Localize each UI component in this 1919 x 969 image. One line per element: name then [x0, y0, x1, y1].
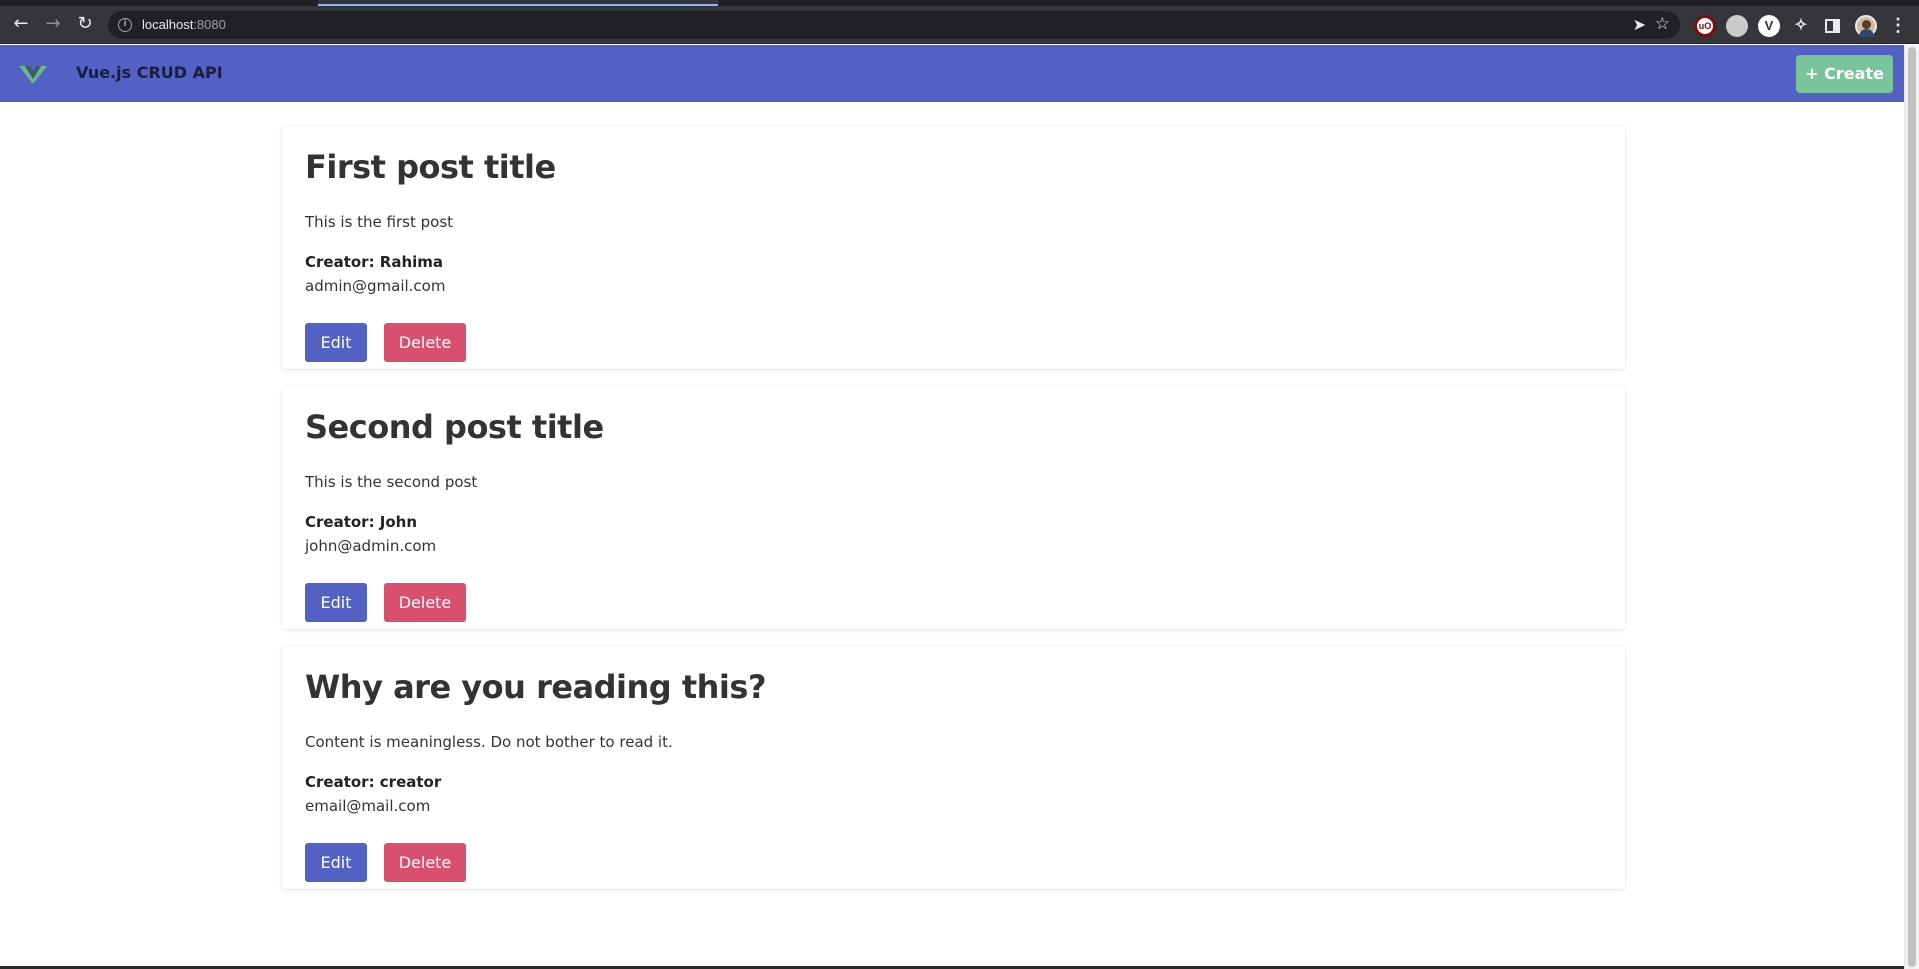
tab-strip [0, 0, 1919, 6]
ublock-origin-icon[interactable]: uO [1694, 15, 1716, 37]
forward-arrow-icon[interactable]: → [42, 13, 64, 35]
post-title: Why are you reading this? [305, 668, 767, 706]
page-scrollbar[interactable] [1904, 45, 1919, 969]
post-content: This is the second post [305, 473, 478, 491]
grey-extension-icon[interactable] [1726, 15, 1748, 37]
post-creator-email: email@mail.com [305, 797, 431, 815]
bookmark-star-icon[interactable]: ☆ [1655, 14, 1670, 34]
vue-devtools-icon[interactable]: V [1758, 15, 1780, 37]
post-content: Content is meaningless. Do not bother to… [305, 733, 673, 751]
delete-button[interactable]: Delete [384, 323, 466, 362]
edit-button[interactable]: Edit [305, 843, 367, 882]
post-card: First post title This is the first post … [282, 126, 1625, 369]
brand-title[interactable]: Vue.js CRUD API [76, 63, 223, 82]
post-creator-email: john@admin.com [305, 537, 437, 555]
active-tab[interactable] [318, 0, 718, 6]
scrollbar-thumb[interactable] [1908, 47, 1916, 967]
site-info-icon[interactable]: i [118, 18, 132, 32]
delete-button[interactable]: Delete [384, 843, 466, 882]
post-list: First post title This is the first post … [282, 126, 1625, 906]
vue-logo-icon[interactable] [19, 64, 47, 84]
delete-button[interactable]: Delete [384, 583, 466, 622]
back-arrow-icon[interactable]: ← [10, 13, 32, 35]
post-title: First post title [305, 148, 556, 186]
edit-button[interactable]: Edit [305, 583, 367, 622]
browser-toolbar: ← → ↻ i localhost:8080 ➤ ☆ uO V ✧ ⋮ [0, 0, 1919, 44]
url-host: localhost [142, 17, 194, 32]
url-port: :8080 [193, 17, 226, 32]
create-post-button[interactable]: + Create [1796, 55, 1893, 93]
profile-avatar[interactable] [1855, 15, 1877, 37]
edit-button[interactable]: Edit [305, 323, 367, 362]
post-creator: Creator: Rahima [305, 253, 444, 271]
app-navbar: Vue.js CRUD API + Create [0, 45, 1904, 102]
post-content: This is the first post [305, 213, 454, 231]
send-icon[interactable]: ➤ [1633, 15, 1646, 34]
address-bar[interactable]: i localhost:8080 ➤ ☆ [108, 11, 1680, 39]
url-text[interactable]: localhost:8080 [142, 17, 226, 32]
post-card: Why are you reading this? Content is mea… [282, 646, 1625, 889]
post-card: Second post title This is the second pos… [282, 386, 1625, 629]
side-panel-icon[interactable] [1822, 15, 1844, 37]
post-creator: Creator: John [305, 513, 418, 531]
menu-kebab-icon[interactable]: ⋮ [1887, 15, 1909, 37]
post-title: Second post title [305, 408, 604, 446]
post-creator: Creator: creator [305, 773, 442, 791]
post-creator-email: admin@gmail.com [305, 277, 446, 295]
extensions-puzzle-icon[interactable]: ✧ [1790, 15, 1812, 37]
reload-icon[interactable]: ↻ [74, 13, 96, 35]
